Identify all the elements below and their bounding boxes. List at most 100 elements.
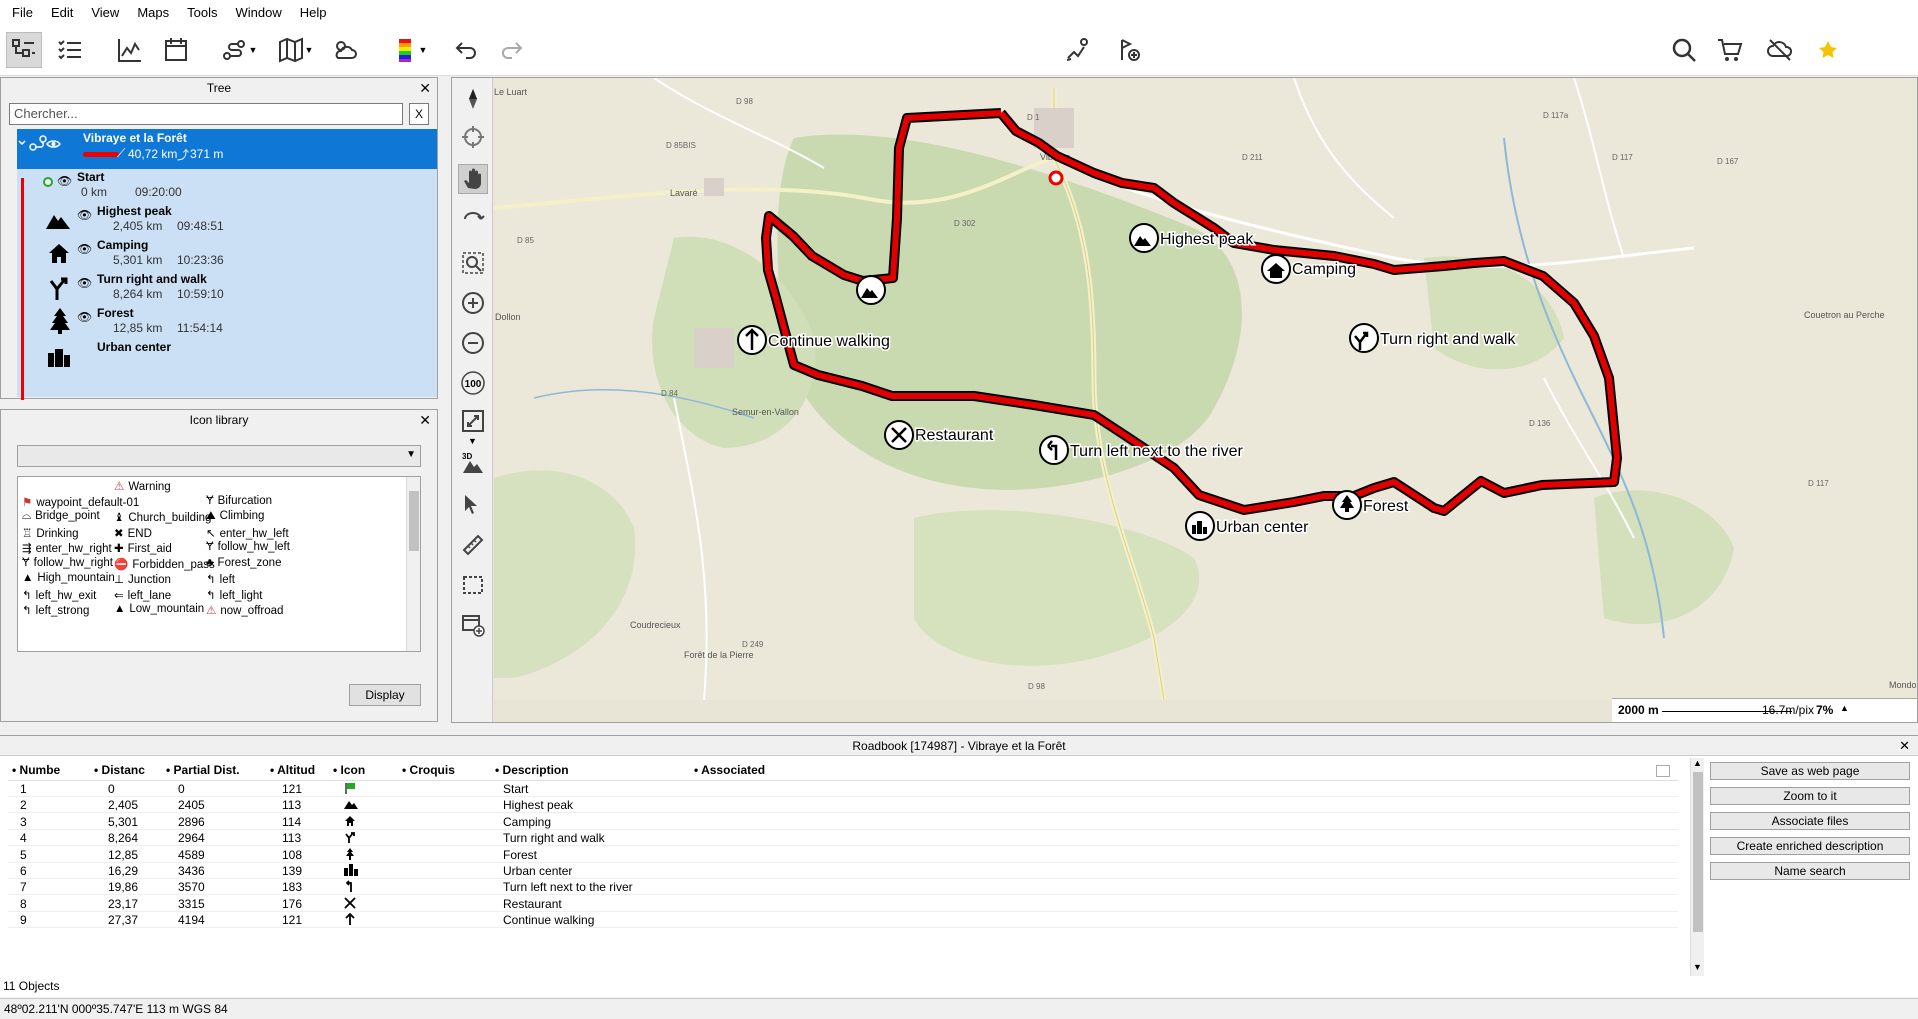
favorites-button[interactable] <box>1810 32 1846 68</box>
col-partial-distance[interactable]: • Partial Dist. <box>166 763 240 777</box>
icon-library-item[interactable]: ▲ High_mountain <box>22 572 115 584</box>
visibility-eye-icon[interactable]: 👁 <box>77 208 92 222</box>
icon-list-scrollbar[interactable] <box>406 477 420 651</box>
add-waypoint-button[interactable] <box>1110 32 1146 68</box>
icon-library-item[interactable]: ↰ left <box>206 572 235 586</box>
waypoint-mountain-marker[interactable] <box>856 275 886 305</box>
col-icon[interactable]: • Icon <box>333 763 365 777</box>
menu-help[interactable]: Help <box>296 5 341 20</box>
fit-extent-button[interactable] <box>458 406 488 436</box>
tree-close-icon[interactable]: ✕ <box>419 80 431 97</box>
undo-button[interactable] <box>448 32 484 68</box>
icon-library-item[interactable]: ⛔ Forbidden_pass <box>114 557 215 571</box>
gps-center-button[interactable] <box>458 122 488 152</box>
rotate-button[interactable] <box>458 204 488 234</box>
north-arrow-button[interactable] <box>458 84 488 114</box>
icon-library-item[interactable]: ↖ enter_hw_left <box>206 526 289 540</box>
name-search-button[interactable]: Name search <box>1710 862 1910 880</box>
scroll-down-icon[interactable]: ▼ <box>1693 962 1702 972</box>
create-enriched-description-button[interactable]: Create enriched description <box>1710 837 1910 855</box>
col-altitude[interactable]: • Altitud <box>270 763 315 777</box>
icon-library-item[interactable]: ⚠ Warning <box>114 479 171 493</box>
start-marker[interactable] <box>1048 170 1064 186</box>
zoom-in-button[interactable] <box>458 288 488 318</box>
sync-button[interactable] <box>1762 32 1798 68</box>
rectangle-select-button[interactable] <box>458 570 488 600</box>
icon-category-select[interactable]: ▼ <box>17 445 421 467</box>
table-row[interactable]: 6 16,29 3436 139 Urban center <box>8 863 1678 879</box>
roadbook-scrollbar[interactable]: ▲ ▼ <box>1690 758 1704 976</box>
menu-file[interactable]: File <box>8 5 47 20</box>
map-view[interactable]: 100 ▼ 3D Le Luart Vibraye Lavaré Dollon … <box>451 77 1918 723</box>
zoom-out-button[interactable] <box>458 328 488 358</box>
scrollbar-thumb[interactable] <box>409 491 419 551</box>
calendar-button[interactable] <box>158 32 194 68</box>
table-row[interactable]: 7 19,86 3570 183 Turn left next to the river <box>8 879 1678 896</box>
icon-library-item[interactable]: ↰ left_light <box>206 588 262 602</box>
color-scale-dropdown[interactable]: ▼ <box>384 32 434 68</box>
track-row[interactable]: Vibraye et la Forêt ⟋ 40,72 km ⤴ 371 m <box>17 129 437 169</box>
zoom-to-it-button[interactable]: Zoom to it <box>1710 787 1910 805</box>
icon-library-item[interactable]: ♣ Forest_zone <box>206 557 281 569</box>
map-dropdown[interactable]: ▼ <box>270 32 320 68</box>
list-view-button[interactable] <box>52 32 88 68</box>
icon-library-item[interactable]: ⊥ Junction <box>114 572 171 586</box>
menu-maps[interactable]: Maps <box>133 5 183 20</box>
zoom-100-button[interactable]: 100 <box>458 368 488 398</box>
scrollbar-thumb[interactable] <box>1693 772 1703 932</box>
col-number[interactable]: • Numbe <box>12 763 60 777</box>
column-settings-icon[interactable] <box>1656 765 1670 777</box>
icon-library-item[interactable]: ⇶ enter_hw_right <box>22 541 112 555</box>
tree-search-clear-button[interactable]: X <box>409 103 429 125</box>
visibility-eye-icon[interactable]: 👁 <box>77 276 92 290</box>
zoom-area-button[interactable] <box>458 248 488 278</box>
map-canvas[interactable]: Le Luart Vibraye Lavaré Dollon Semur-en-… <box>494 78 1918 700</box>
tree-view-button[interactable] <box>6 32 42 68</box>
weather-button[interactable] <box>326 32 362 68</box>
visibility-eye-icon[interactable]: 👁 <box>77 242 92 256</box>
icon-library-item[interactable]: Ɏ Bifurcation <box>206 495 272 507</box>
icon-library-item[interactable]: ⛰ Climbing <box>206 510 264 523</box>
icon-library-item[interactable]: ↰ left_strong <box>22 603 89 617</box>
more-tools-chevron-icon[interactable]: ▼ <box>468 436 477 446</box>
icon-library-item[interactable]: ✖ END <box>114 526 152 540</box>
menu-view[interactable]: View <box>87 5 133 20</box>
icon-library-item[interactable]: ✚ First_aid <box>114 541 172 555</box>
col-associated[interactable]: • Associated <box>694 763 765 777</box>
table-row[interactable]: 1 0 0 121 Start <box>8 781 1678 797</box>
add-layer-button[interactable] <box>458 610 488 640</box>
icon-library-item[interactable]: Ɏfollow_hw_right <box>22 557 113 569</box>
search-button[interactable] <box>1666 32 1702 68</box>
measure-button[interactable] <box>458 530 488 560</box>
track-tools-dropdown[interactable]: ▼ <box>214 32 264 68</box>
table-row[interactable]: 2 2,405 2405 113 Highest peak <box>8 797 1678 814</box>
icon-library-item[interactable]: ⚑ waypoint_default-01 <box>22 495 139 509</box>
3d-view-button[interactable]: 3D <box>458 448 488 478</box>
table-row[interactable]: 3 5,301 2896 114 Camping <box>8 814 1678 830</box>
col-croquis[interactable]: • Croquis <box>402 763 455 777</box>
table-row[interactable]: 9 27,37 4194 121 Continue walking <box>8 912 1678 929</box>
icon-library-list[interactable]: ⚠ Warning ⚑ waypoint_default-01 Ɏ Bifurcation… <box>17 476 421 652</box>
tree-item-urban-center[interactable]: Urban center <box>17 339 437 380</box>
redo-button[interactable] <box>494 32 530 68</box>
icon-library-item[interactable]: ⌓ Bridge_point <box>22 510 100 523</box>
scroll-up-icon[interactable]: ▲ <box>1693 758 1702 768</box>
table-row[interactable]: 4 8,264 2964 113 Turn right and walk <box>8 830 1678 847</box>
route-tool-button[interactable] <box>1060 32 1096 68</box>
icon-library-item[interactable]: ↰ left_hw_exit <box>22 588 96 602</box>
icon-library-item[interactable]: ▲ Low_mountain <box>114 603 204 615</box>
col-description[interactable]: • Description <box>495 763 569 777</box>
cart-button[interactable] <box>1712 32 1748 68</box>
zoom-chevron-icon[interactable]: ▲ <box>1840 703 1849 713</box>
associate-files-button[interactable]: Associate files <box>1710 812 1910 830</box>
col-distance[interactable]: • Distanc <box>94 763 145 777</box>
icon-library-close-icon[interactable]: ✕ <box>419 412 431 429</box>
visibility-eye-icon[interactable]: 👁 <box>77 310 92 324</box>
pan-tool-button[interactable] <box>458 164 488 194</box>
table-row[interactable]: 8 23,17 3315 176 Restaurant <box>8 896 1678 912</box>
icon-library-item[interactable]: ♝ Church_building <box>114 510 211 524</box>
menu-tools[interactable]: Tools <box>183 5 231 20</box>
icon-library-item[interactable]: ⚠ now_offroad <box>206 603 283 617</box>
visibility-eye-icon[interactable]: 👁 <box>57 174 72 188</box>
roadbook-close-icon[interactable]: ✕ <box>1899 738 1910 754</box>
